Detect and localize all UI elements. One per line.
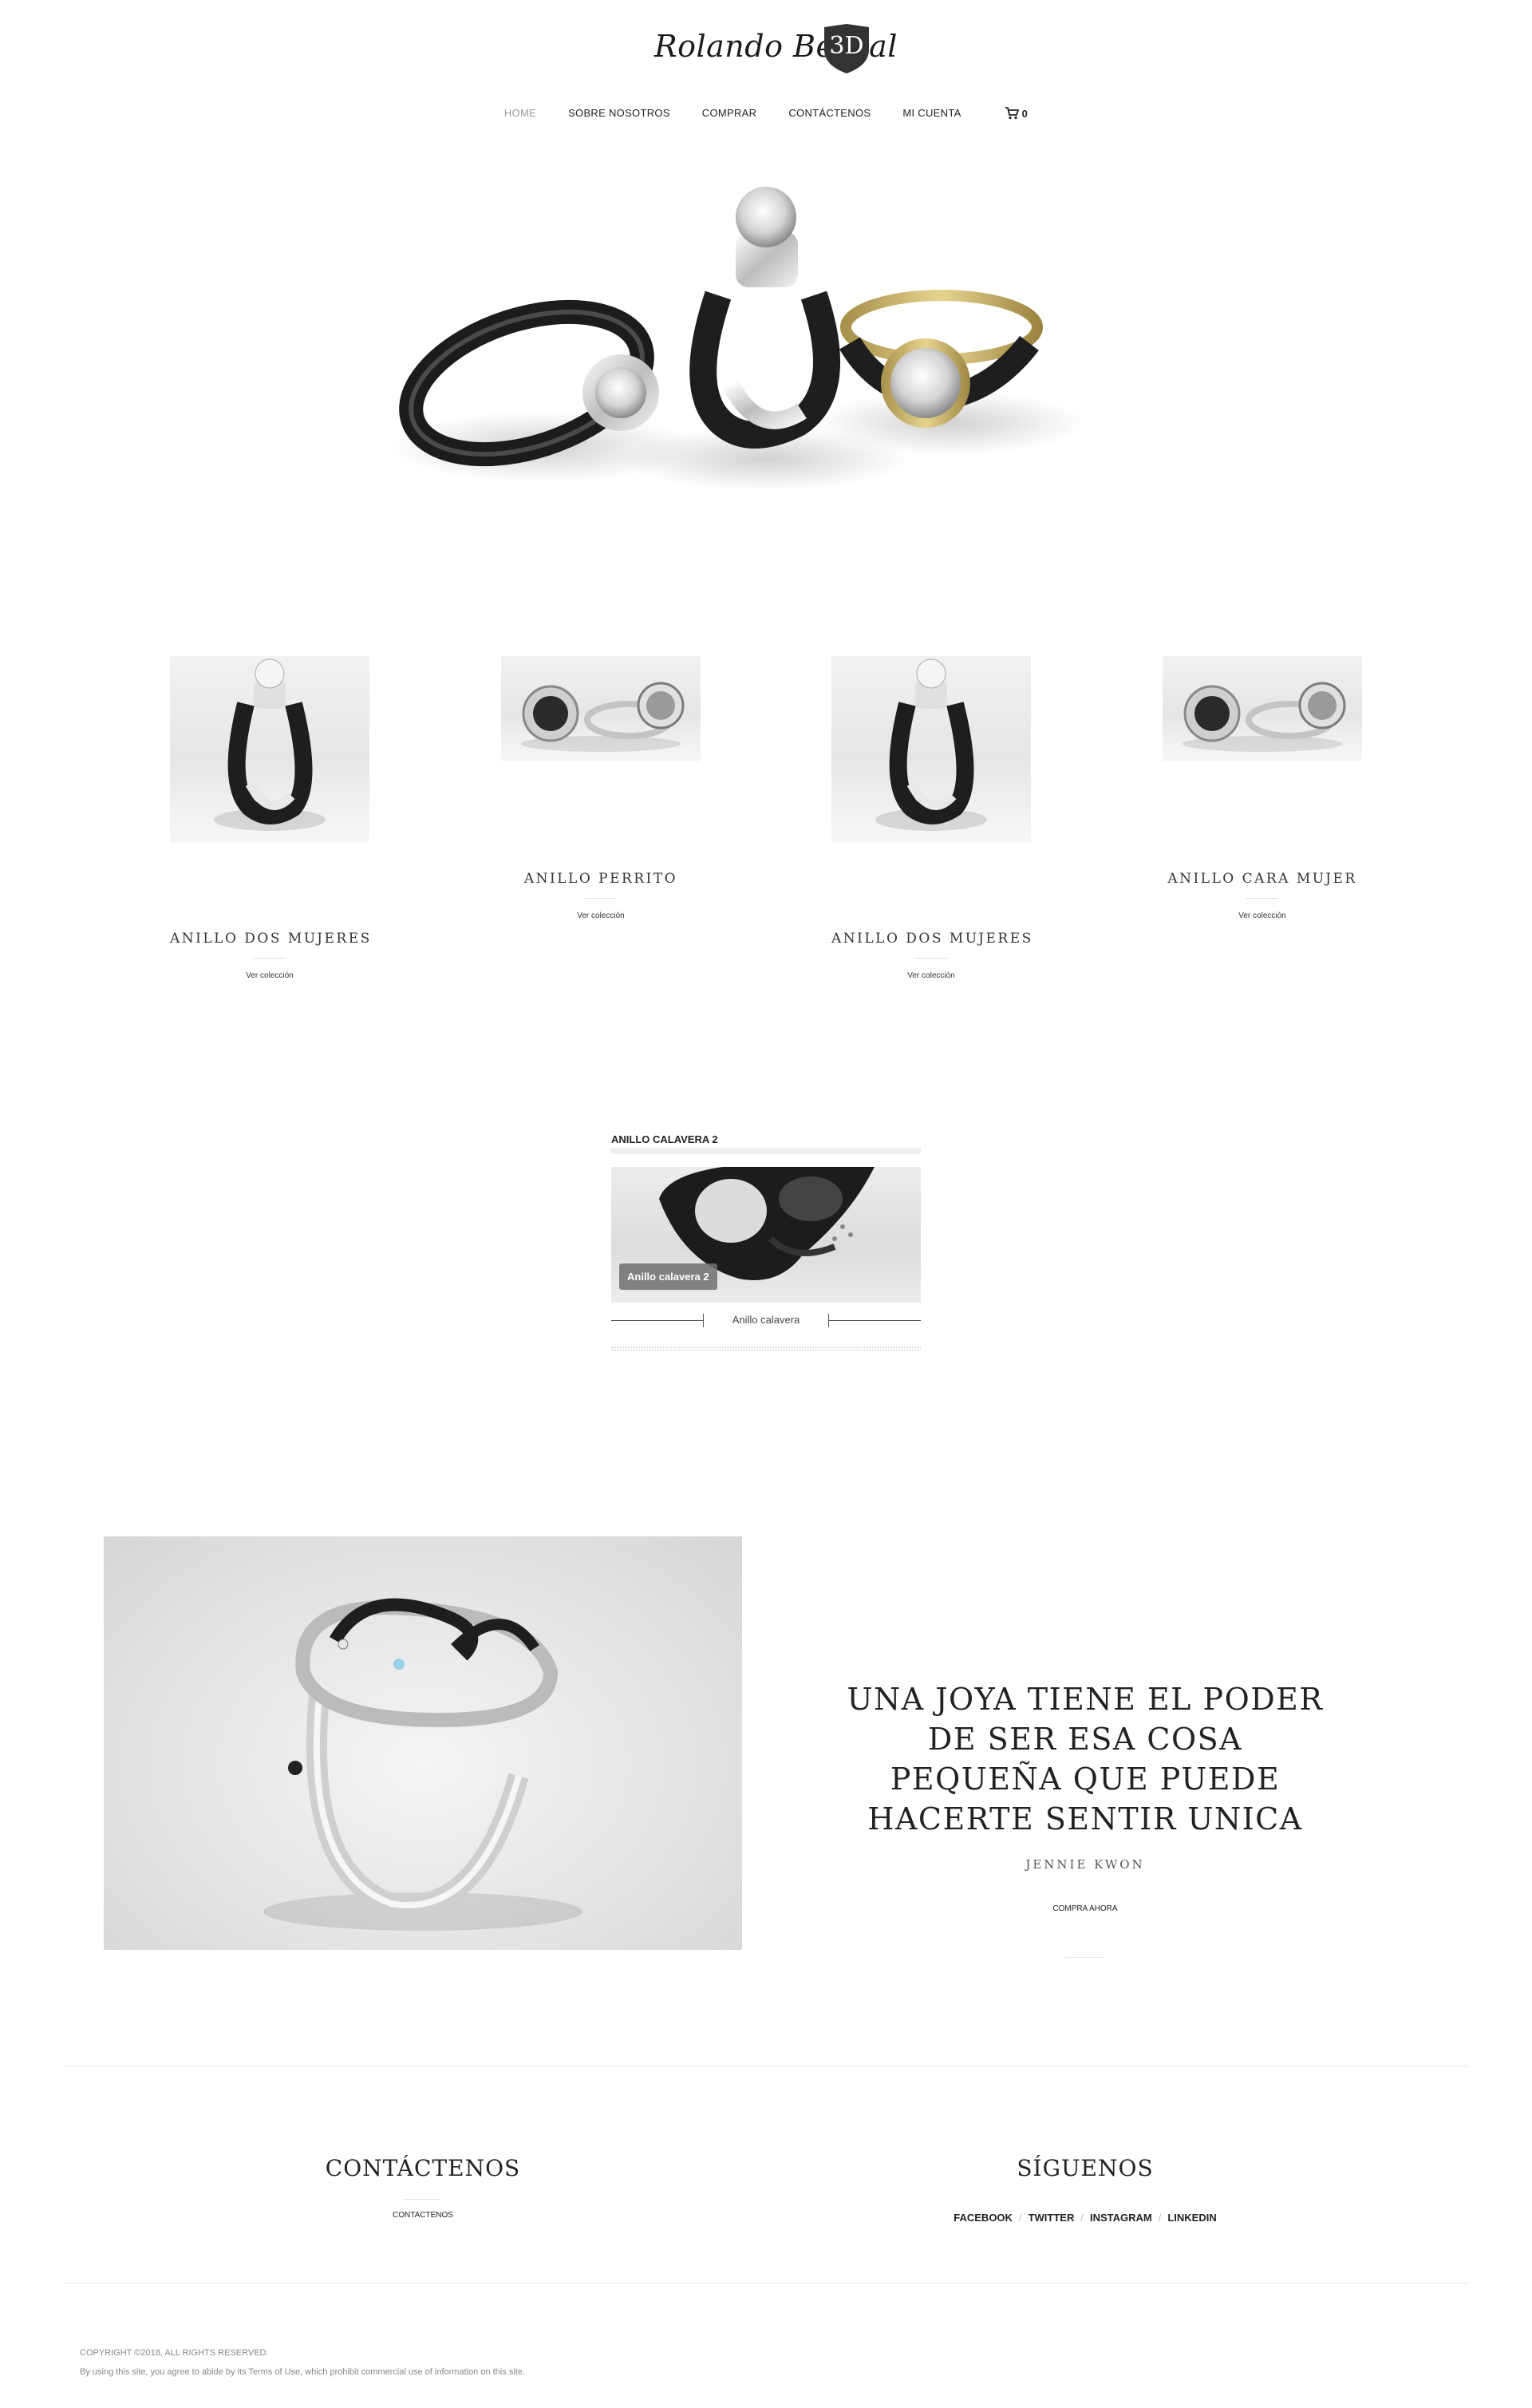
- product-divider: [1246, 898, 1278, 899]
- quote-author: JENNIE KWON: [1025, 1857, 1145, 1872]
- contact-link[interactable]: CONTACTENOS: [199, 2211, 646, 2220]
- widget-title: ANILLO CALAVERA 2: [611, 1133, 921, 1154]
- main-nav: HOME SOBRE NOSOTROS COMPRAR CONTÁCTENOS …: [0, 107, 1532, 120]
- linkedin-link[interactable]: LINKEDIN: [1167, 2212, 1216, 2224]
- contact-heading: CONTÁCTENOS: [325, 2155, 521, 2181]
- widget-product-image[interactable]: Anillo calavera 2: [611, 1167, 921, 1303]
- social-separator: /: [1018, 2212, 1022, 2224]
- product-image[interactable]: [501, 656, 701, 761]
- nav-item-home[interactable]: HOME: [504, 107, 536, 120]
- copyright-text: COPYRIGHT ©2018, ALL RIGHTS RESERVED.: [80, 2348, 269, 2358]
- site-logo[interactable]: Rolando Bernal 3D: [654, 21, 897, 80]
- product-name[interactable]: ANILLO PERRITO: [501, 871, 701, 887]
- social-links: FACEBOOK / TWITTER / INSTAGRAM / LINKEDI…: [862, 2212, 1309, 2224]
- product-link[interactable]: Ver colección: [1163, 911, 1362, 920]
- product-image[interactable]: [170, 656, 369, 843]
- shop-now-link[interactable]: COMPRA AHORA: [846, 1904, 1325, 1913]
- product-link[interactable]: Ver colección: [170, 971, 369, 980]
- facebook-link[interactable]: FACEBOOK: [954, 2212, 1013, 2224]
- follow-heading: SÍGUENOS: [1017, 2155, 1154, 2181]
- product-divider: [915, 958, 947, 959]
- product-card-cara-mujer[interactable]: ANILLO CARA MUJER Ver colección: [1163, 656, 1362, 920]
- product-card-dos-mujeres-1[interactable]: ANILLO DOS MUJERES Ver colección: [170, 656, 369, 980]
- nav-item-comprar[interactable]: COMPRAR: [702, 107, 757, 120]
- terms-text: By using this site, you agree to abide b…: [80, 2367, 525, 2377]
- nav-item-contactenos[interactable]: CONTÁCTENOS: [788, 107, 871, 120]
- footer-social-column: SÍGUENOS FACEBOOK / TWITTER / INSTAGRAM …: [862, 2155, 1309, 2224]
- widget-badge[interactable]: Anillo calavera 2: [619, 1263, 717, 1290]
- featured-product-widget: ANILLO CALAVERA 2 Anillo calavera 2 Anil…: [611, 1133, 921, 1350]
- product-name[interactable]: ANILLO DOS MUJERES: [831, 931, 1031, 947]
- nav-item-sobre-nosotros[interactable]: SOBRE NOSOTROS: [568, 107, 670, 120]
- instagram-link[interactable]: INSTAGRAM: [1090, 2212, 1152, 2224]
- footer-contact-column: CONTÁCTENOS CONTACTENOS: [199, 2155, 646, 2220]
- feature-ring-image: [104, 1536, 742, 1950]
- product-card-dos-mujeres-2[interactable]: ANILLO DOS MUJERES Ver colección: [831, 656, 1031, 980]
- quote-divider: [1065, 1957, 1105, 1958]
- slider-next-line[interactable]: [829, 1320, 921, 1321]
- product-link[interactable]: Ver colección: [501, 911, 701, 920]
- cart-link[interactable]: 0: [1005, 107, 1029, 120]
- product-card-perrito[interactable]: ANILLO PERRITO Ver colección: [501, 656, 701, 920]
- hero-rings-image: [367, 184, 1165, 535]
- product-image[interactable]: [1163, 656, 1362, 761]
- social-separator: /: [1158, 2212, 1162, 2224]
- widget-dotted-divider: [611, 1347, 921, 1350]
- feature-quote: UNA JOYA TIENE EL PODER DE SER ESA COSA …: [847, 1682, 1324, 1837]
- product-link[interactable]: Ver colección: [831, 971, 1031, 980]
- logo-mark-text: 3D: [829, 32, 864, 60]
- product-divider: [585, 898, 617, 899]
- product-name[interactable]: ANILLO CARA MUJER: [1163, 871, 1362, 887]
- cart-count: 0: [1021, 107, 1029, 120]
- product-name[interactable]: ANILLO DOS MUJERES: [170, 931, 369, 947]
- social-separator: /: [1080, 2212, 1084, 2224]
- product-image[interactable]: [831, 656, 1031, 843]
- contact-divider: [405, 2199, 441, 2200]
- twitter-link[interactable]: TWITTER: [1029, 2212, 1075, 2224]
- product-divider: [254, 958, 286, 959]
- shopping-cart-icon: [1005, 107, 1019, 120]
- widget-slider-nav: Anillo calavera: [611, 1307, 921, 1334]
- nav-item-mi-cuenta[interactable]: MI CUENTA: [902, 107, 961, 120]
